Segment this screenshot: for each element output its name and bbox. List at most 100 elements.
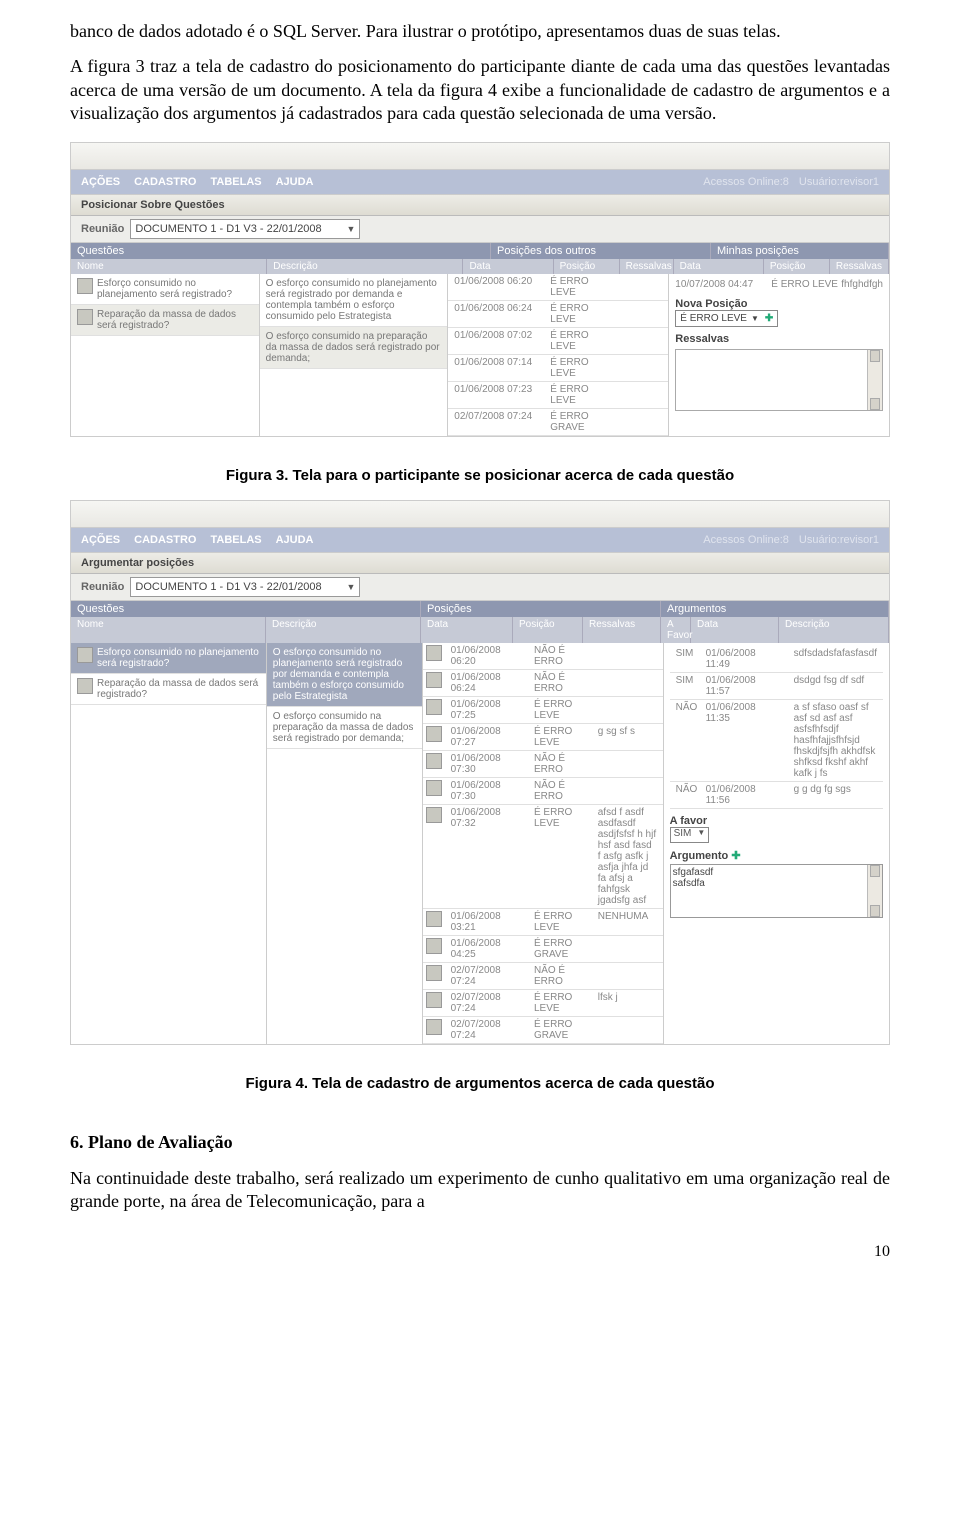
arg-afavor: NÃO <box>670 700 700 781</box>
col-questoes: Questões <box>71 601 421 617</box>
argumento-textarea[interactable]: sfgafasdf safsdfa <box>670 864 883 918</box>
po-ressalva <box>614 409 668 435</box>
add-icon[interactable]: ✚ <box>731 850 740 862</box>
item-icon <box>77 309 93 325</box>
nova-posicao-select[interactable]: É ERRO LEVE▼✚ <box>675 310 778 327</box>
po-posicao: É ERRO LEVE <box>544 382 614 408</box>
ressalvas-label: Ressalvas <box>675 333 883 345</box>
item-icon[interactable] <box>426 753 442 769</box>
subcol-data: Data <box>421 617 513 643</box>
menu-tabelas[interactable]: TABELAS <box>210 176 261 188</box>
item-icon[interactable] <box>426 780 442 796</box>
po-ressalva <box>592 936 663 962</box>
subcol-ressalvas: Ressalvas <box>583 617 661 643</box>
po-posicao: NÃO É ERRO <box>528 751 592 777</box>
window-titlebar <box>71 143 889 170</box>
subcol-ressalvas: Ressalvas <box>620 259 674 274</box>
po-ressalva: g sg sf s <box>592 724 663 750</box>
item-icon[interactable] <box>426 911 442 927</box>
menu-ajuda[interactable]: AJUDA <box>276 534 314 546</box>
po-ressalva <box>614 382 668 408</box>
po-data: 02/07/2008 07:24 <box>448 409 544 435</box>
afavor-select[interactable]: SIM▼ <box>670 827 710 843</box>
menu-ajuda[interactable]: AJUDA <box>276 176 314 188</box>
questao-desc: O esforço consumido no planejamento será… <box>260 274 448 327</box>
menu-acoes[interactable]: AÇÕES <box>81 176 120 188</box>
po-ressalva <box>592 697 663 723</box>
po-posicao: É ERRO LEVE <box>544 301 614 327</box>
section-title: Posicionar Sobre Questões <box>71 194 889 216</box>
po-data: 01/06/2008 06:20 <box>445 643 528 669</box>
po-data: 02/07/2008 07:24 <box>445 990 528 1016</box>
scrollbar[interactable] <box>867 865 882 917</box>
po-data: 01/06/2008 07:14 <box>448 355 544 381</box>
arg-desc: sdfsdadsfafasfasdf <box>788 646 883 672</box>
figure-3-screenshot: AÇÕES CADASTRO TABELAS AJUDA Acessos Onl… <box>70 142 890 437</box>
reuniao-select[interactable]: DOCUMENTO 1 - D1 V3 - 22/01/2008▼ <box>130 219 360 239</box>
usuario-label: Usuário: <box>799 534 840 546</box>
arg-afavor: SIM <box>670 646 700 672</box>
questao-row[interactable]: Reparação da massa de dados será registr… <box>71 305 259 336</box>
reuniao-select[interactable]: DOCUMENTO 1 - D1 V3 - 22/01/2008▼ <box>130 577 360 597</box>
po-ressalva: lfsk j <box>592 990 663 1016</box>
item-icon <box>77 647 93 663</box>
arg-data: 01/06/2008 11:56 <box>700 782 788 808</box>
afavor-label: A favor <box>670 815 883 827</box>
po-ressalva <box>592 643 663 669</box>
po-ressalva: afsd f asdf asdfasdf asdjfsfsf h hjf hsf… <box>592 805 663 908</box>
arg-desc: dsdgd fsg df sdf <box>788 673 883 699</box>
col-minhas-posicoes: Minhas posições <box>711 243 889 259</box>
section-6-para: Na continuidade deste trabalho, será rea… <box>70 1167 890 1214</box>
scrollbar[interactable] <box>867 350 882 410</box>
arg-data: 01/06/2008 11:49 <box>700 646 788 672</box>
item-icon[interactable] <box>426 965 442 981</box>
item-icon[interactable] <box>426 645 442 661</box>
section-title: Argumentar posições <box>71 552 889 574</box>
po-ressalva <box>614 328 668 354</box>
argumento-label: Argumento ✚ <box>670 849 883 862</box>
item-icon <box>77 278 93 294</box>
figure-3-caption: Figura 3. Tela para o participante se po… <box>70 467 890 484</box>
questao-row[interactable]: Reparação da massa de dados será registr… <box>71 674 266 705</box>
po-data: 01/06/2008 07:23 <box>448 382 544 408</box>
item-icon[interactable] <box>426 992 442 1008</box>
arg-desc: a sf sfaso oasf sf asf sd asf asf asfsfh… <box>788 700 883 781</box>
item-icon[interactable] <box>426 672 442 688</box>
questao-row[interactable]: Esforço consumido no planejamento será r… <box>71 274 259 305</box>
questao-desc: O esforço consumido no planejamento será… <box>267 643 422 707</box>
menu-cadastro[interactable]: CADASTRO <box>134 176 196 188</box>
mp-data: 10/07/2008 04:47 <box>675 279 771 290</box>
item-icon[interactable] <box>426 1019 442 1035</box>
po-posicao: É ERRO GRAVE <box>544 409 614 435</box>
po-data: 01/06/2008 07:25 <box>445 697 528 723</box>
po-data: 01/06/2008 06:20 <box>448 274 544 300</box>
item-icon[interactable] <box>426 807 442 823</box>
menu-acoes[interactable]: AÇÕES <box>81 534 120 546</box>
po-ressalva <box>592 751 663 777</box>
po-posicao: NÃO É ERRO <box>528 670 592 696</box>
menu-cadastro[interactable]: CADASTRO <box>134 534 196 546</box>
main-menu: AÇÕES CADASTRO TABELAS AJUDA Acessos Onl… <box>71 528 889 552</box>
ressalvas-textarea[interactable] <box>675 349 883 411</box>
chevron-down-icon: ▼ <box>697 828 705 842</box>
po-data: 01/06/2008 04:25 <box>445 936 528 962</box>
po-ressalva <box>592 778 663 804</box>
col-posicoes: Posições <box>421 601 661 617</box>
acessos-value: 8 <box>783 534 789 546</box>
add-icon[interactable]: ✚ <box>765 313 773 324</box>
questao-row-selected[interactable]: Esforço consumido no planejamento será r… <box>71 643 266 674</box>
window-titlebar <box>71 501 889 528</box>
item-icon[interactable] <box>426 726 442 742</box>
po-posicao: NÃO É ERRO <box>528 963 592 989</box>
po-ressalva <box>614 355 668 381</box>
po-data: 01/06/2008 06:24 <box>448 301 544 327</box>
usuario-value: revisor1 <box>840 534 879 546</box>
usuario-label: Usuário: <box>799 176 840 188</box>
menu-tabelas[interactable]: TABELAS <box>210 534 261 546</box>
col-questoes: Questões <box>71 243 491 259</box>
item-icon[interactable] <box>426 699 442 715</box>
figure-4-caption: Figura 4. Tela de cadastro de argumentos… <box>70 1075 890 1092</box>
intro-para-1: banco de dados adotado é o SQL Server. P… <box>70 20 890 43</box>
mp-ressalva: fhfghdfgh <box>841 279 883 290</box>
item-icon[interactable] <box>426 938 442 954</box>
